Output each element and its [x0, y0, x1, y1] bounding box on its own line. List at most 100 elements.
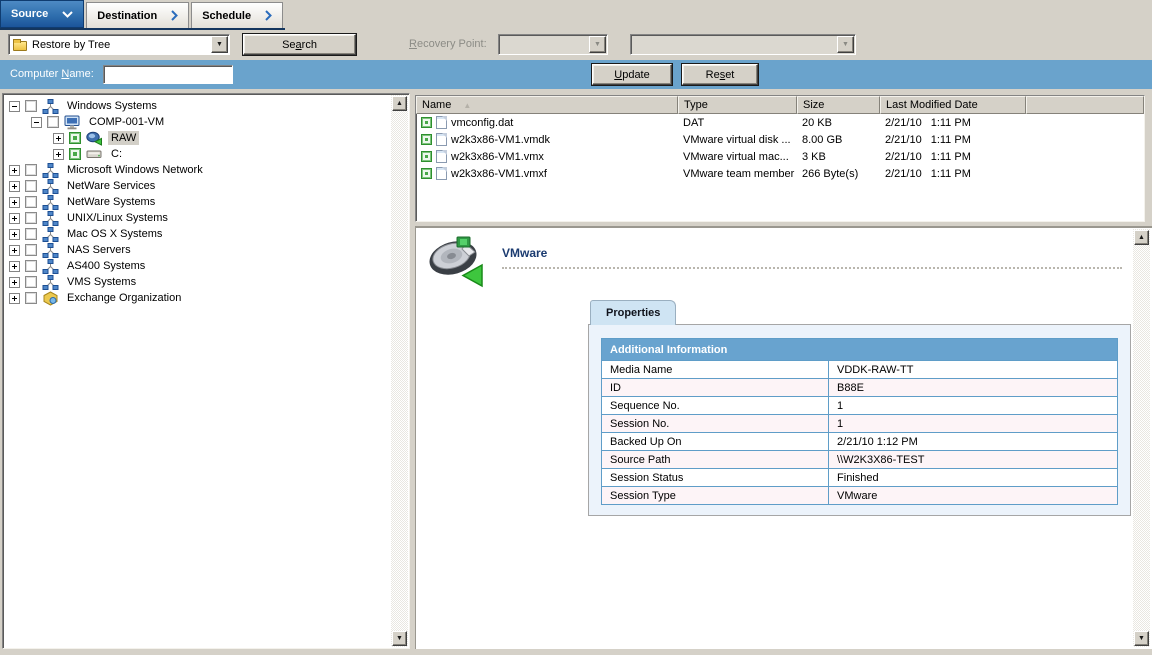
tree-checkbox[interactable]: [25, 276, 37, 288]
tree-item[interactable]: NetWare Services: [5, 178, 389, 194]
file-name: w2k3x86-VM1.vmxf: [451, 168, 547, 180]
property-label: Session No.: [602, 415, 829, 433]
property-value: 1: [829, 397, 1118, 415]
expand-toggle-icon[interactable]: [31, 117, 42, 128]
tree-checkbox[interactable]: [69, 132, 81, 144]
tree-item[interactable]: UNIX/Linux Systems: [5, 210, 389, 226]
wizard-tab-strip: Source Destination Schedule: [0, 0, 285, 30]
tab-source[interactable]: Source: [0, 0, 84, 28]
file-checkbox[interactable]: [421, 134, 432, 145]
tree-vertical-scrollbar[interactable]: ▲ ▼: [391, 95, 408, 647]
property-value: 1: [829, 415, 1118, 433]
file-row[interactable]: w2k3x86-VM1.vmxf VMware team member 266 …: [416, 165, 1144, 182]
restore-mode-select[interactable]: Restore by Tree ▼: [8, 34, 230, 55]
file-row[interactable]: w2k3x86-VM1.vmx VMware virtual mac... 3 …: [416, 148, 1144, 165]
tree-checkbox[interactable]: [25, 100, 37, 112]
tree-item-icon: [64, 115, 81, 130]
tree-item[interactable]: AS400 Systems: [5, 258, 389, 274]
tree-item[interactable]: Microsoft Windows Network: [5, 162, 389, 178]
scroll-down-icon[interactable]: ▼: [1134, 631, 1149, 646]
property-value: 2/21/10 1:12 PM: [829, 433, 1118, 451]
property-row: Session Status Finished: [602, 469, 1118, 487]
expand-toggle-icon[interactable]: [9, 277, 20, 288]
tree-item-label: Windows Systems: [64, 99, 160, 113]
tree-checkbox[interactable]: [25, 244, 37, 256]
restore-mode-dropdown-button[interactable]: ▼: [211, 36, 228, 53]
file-row[interactable]: w2k3x86-VM1.vmdk VMware virtual disk ...…: [416, 131, 1144, 148]
file-name: vmconfig.dat: [451, 117, 513, 129]
tab-properties[interactable]: Properties: [590, 300, 676, 325]
tree-item[interactable]: COMP-001-VM: [5, 114, 389, 130]
file-icon: [436, 116, 447, 129]
source-tree-panel: Windows Systems COMP-001-VM: [2, 93, 410, 649]
tree-checkbox[interactable]: [25, 260, 37, 272]
column-header-name[interactable]: Name ▲: [416, 96, 678, 114]
tree-item-icon: [42, 275, 59, 290]
scroll-up-icon[interactable]: ▲: [1134, 230, 1149, 245]
file-modified-date: 2/21/101:11 PM: [880, 151, 1026, 163]
tree-item[interactable]: Exchange Organization: [5, 290, 389, 306]
tree-checkbox[interactable]: [25, 292, 37, 304]
tree-checkbox[interactable]: [25, 228, 37, 240]
recovery-point-select-2: ▼: [630, 34, 856, 55]
column-header-size[interactable]: Size: [797, 96, 880, 114]
file-name: w2k3x86-VM1.vmx: [451, 151, 544, 163]
tree-checkbox[interactable]: [25, 164, 37, 176]
sort-ascending-icon: ▲: [463, 101, 471, 110]
file-checkbox[interactable]: [421, 168, 432, 179]
recovery-point-dropdown-button-2: ▼: [837, 36, 854, 53]
tree-item[interactable]: C:: [5, 146, 389, 162]
tree-item-icon: [42, 243, 59, 258]
expand-toggle-icon[interactable]: [9, 181, 20, 192]
tree-checkbox[interactable]: [69, 148, 81, 160]
property-label: Sequence No.: [602, 397, 829, 415]
recovery-point-dropdown-button-1: ▼: [589, 36, 606, 53]
tree-item-icon: [42, 179, 59, 194]
tree-item-label: NetWare Systems: [64, 195, 158, 209]
tree-checkbox[interactable]: [47, 116, 59, 128]
tree-checkbox[interactable]: [25, 180, 37, 192]
column-header-last-modified[interactable]: Last Modified Date: [880, 96, 1026, 114]
chevron-right-icon: [265, 10, 272, 21]
details-vertical-scrollbar[interactable]: ▲ ▼: [1133, 229, 1150, 647]
update-button[interactable]: Update: [592, 64, 672, 85]
tree-item-label: Exchange Organization: [64, 291, 184, 305]
file-checkbox[interactable]: [421, 151, 432, 162]
file-checkbox[interactable]: [421, 117, 432, 128]
expand-toggle-icon[interactable]: [9, 101, 20, 112]
tree-checkbox[interactable]: [25, 212, 37, 224]
scroll-down-icon[interactable]: ▼: [392, 631, 407, 646]
expand-toggle-icon[interactable]: [9, 261, 20, 272]
expand-toggle-icon[interactable]: [9, 213, 20, 224]
details-header: VMware: [426, 232, 1122, 294]
file-size: 8.00 GB: [797, 134, 880, 146]
tab-schedule[interactable]: Schedule: [191, 2, 283, 28]
expand-toggle-icon[interactable]: [9, 293, 20, 304]
file-row[interactable]: vmconfig.dat DAT 20 KB 2/21/101:11 PM: [416, 114, 1144, 131]
expand-toggle-icon[interactable]: [53, 133, 64, 144]
tree-item-label: NetWare Services: [64, 179, 158, 193]
tree-item[interactable]: NetWare Systems: [5, 194, 389, 210]
file-modified-date: 2/21/101:11 PM: [880, 134, 1026, 146]
column-header-type[interactable]: Type: [678, 96, 797, 114]
reset-button[interactable]: Reset: [682, 64, 758, 85]
expand-toggle-icon[interactable]: [9, 245, 20, 256]
tree-item[interactable]: Windows Systems: [5, 98, 389, 114]
tree-item[interactable]: RAW: [5, 130, 389, 146]
property-label: Source Path: [602, 451, 829, 469]
property-label: Session Status: [602, 469, 829, 487]
tree-checkbox[interactable]: [25, 196, 37, 208]
expand-toggle-icon[interactable]: [9, 197, 20, 208]
search-button[interactable]: Search: [243, 34, 356, 55]
tree-item[interactable]: Mac OS X Systems: [5, 226, 389, 242]
property-label: ID: [602, 379, 829, 397]
expand-toggle-icon[interactable]: [9, 165, 20, 176]
tab-destination[interactable]: Destination: [86, 2, 189, 28]
scroll-up-icon[interactable]: ▲: [392, 96, 407, 111]
tree-item[interactable]: VMS Systems: [5, 274, 389, 290]
tree-item[interactable]: NAS Servers: [5, 242, 389, 258]
expand-toggle-icon[interactable]: [53, 149, 64, 160]
computer-name-input[interactable]: [103, 65, 233, 84]
expand-toggle-icon[interactable]: [9, 229, 20, 240]
file-icon: [436, 133, 447, 146]
